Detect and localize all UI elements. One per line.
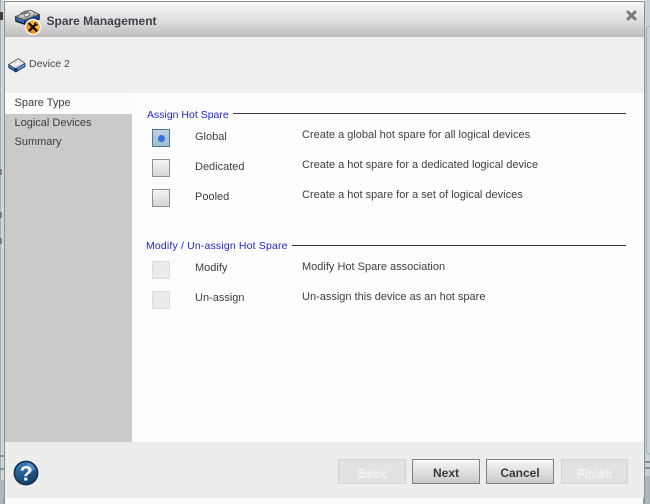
svg-text:?: ?	[20, 461, 33, 485]
